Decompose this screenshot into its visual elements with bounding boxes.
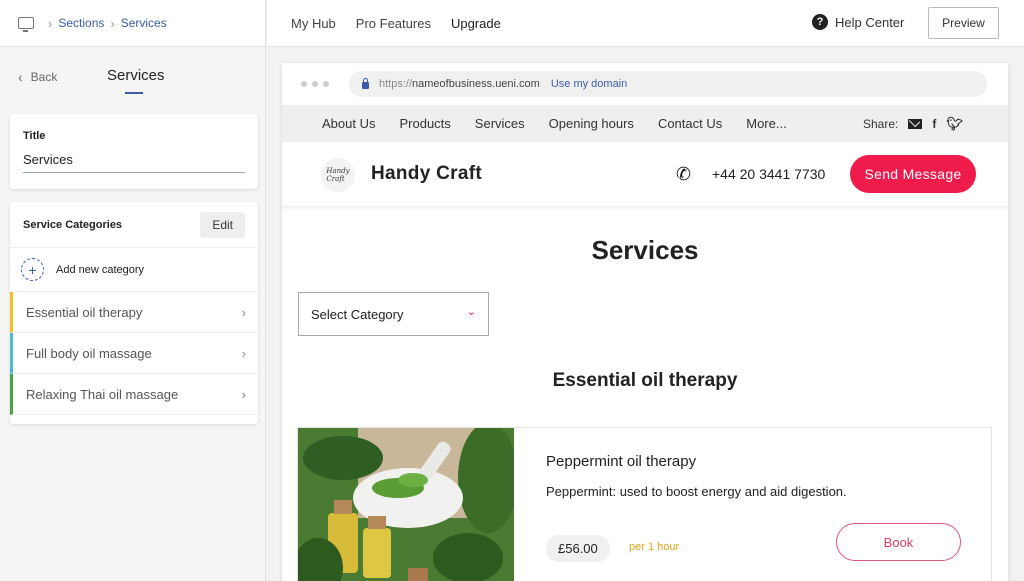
services-heading: Services (591, 235, 699, 265)
service-card: Peppermint oil therapy Peppermint: used … (297, 427, 992, 581)
lock-icon (362, 77, 369, 89)
chevron-right-icon: › (241, 304, 246, 320)
url-bar: https:// nameofbusiness.ueni.com Use my … (349, 71, 987, 97)
brand-name: Handy Craft (371, 163, 482, 184)
add-category-button[interactable]: + Add new category (10, 248, 258, 292)
phone-number[interactable]: +44 20 3441 7730 (712, 166, 825, 182)
title-card: Title Services (10, 114, 258, 189)
site-nav-products[interactable]: Products (399, 116, 450, 131)
service-image (298, 428, 514, 581)
preview-button[interactable]: Preview (928, 7, 999, 39)
title-input[interactable]: Services (23, 152, 245, 173)
site-nav-opening-hours[interactable]: Opening hours (549, 116, 634, 131)
plus-icon: + (21, 258, 44, 281)
help-label: Help Center (835, 14, 905, 30)
categories-header: Service Categories Edit (10, 202, 258, 248)
chevron-right-icon: › (241, 345, 246, 361)
service-info: Peppermint oil therapy Peppermint: used … (546, 453, 847, 499)
twitter-icon[interactable]: 🐦︎ (946, 116, 963, 132)
service-name: Peppermint oil therapy (546, 453, 697, 470)
breadcrumb: › Sections › Services (0, 0, 265, 47)
panel-title: Services (107, 67, 165, 84)
service-categories-card: Service Categories Edit + Add new catego… (10, 202, 258, 424)
back-label: Back (30, 70, 58, 84)
category-select[interactable]: Select Category ⌄ (298, 292, 489, 336)
share-bar: Share: f 🐦︎ (863, 105, 963, 142)
share-label: Share: (863, 116, 899, 131)
use-my-domain-link[interactable]: Use my domain (551, 78, 627, 90)
send-message-button[interactable]: Send Message (850, 155, 976, 193)
mail-icon[interactable] (908, 118, 923, 129)
facebook-icon[interactable]: f (932, 117, 936, 131)
chevron-right-icon: › (241, 386, 246, 402)
chevron-down-icon: ⌄ (466, 306, 476, 318)
chevron-right-icon: › (110, 15, 115, 31)
url-protocol: https:// (379, 78, 413, 90)
panel-header: ‹ Back Services (0, 47, 265, 107)
category-label: Full body oil massage (26, 345, 152, 361)
breadcrumb-sections[interactable]: Sections (58, 16, 104, 30)
title-underline (125, 92, 143, 94)
site-nav-services[interactable]: Services (475, 116, 525, 131)
title-field-label: Title (23, 130, 46, 142)
question-icon: ? (812, 14, 828, 30)
category-item-thai[interactable]: Relaxing Thai oil massage › (10, 374, 258, 415)
site-nav-contact[interactable]: Contact Us (658, 116, 722, 131)
nav-upgrade[interactable]: Upgrade (451, 16, 501, 31)
nav-my-hub[interactable]: My Hub (291, 16, 336, 31)
top-nav: My Hub Pro Features Upgrade ? Help Cente… (267, 0, 1024, 47)
category-item-essential-oil[interactable]: Essential oil therapy › (10, 292, 258, 333)
chevron-right-icon: › (48, 15, 53, 31)
site-preview: https:// nameofbusiness.ueni.com Use my … (282, 63, 1008, 581)
url-host: nameofbusiness.ueni.com (412, 78, 540, 90)
chevron-left-icon: ‹ (18, 69, 23, 85)
browser-chrome: https:// nameofbusiness.ueni.com Use my … (282, 63, 1008, 105)
book-button[interactable]: Book (836, 523, 961, 561)
site-nav: About Us Products Services Opening hours… (282, 105, 1008, 142)
help-center-link[interactable]: ? Help Center (812, 14, 904, 30)
service-description: Peppermint: used to boost energy and aid… (546, 484, 847, 499)
monitor-icon (18, 17, 34, 32)
site-nav-about[interactable]: About Us (322, 116, 375, 131)
nav-pro-features[interactable]: Pro Features (356, 16, 431, 31)
edit-categories-button[interactable]: Edit (200, 211, 245, 238)
category-label: Relaxing Thai oil massage (26, 386, 179, 402)
add-category-label: Add new category (56, 263, 145, 276)
site-nav-more[interactable]: More... (746, 116, 786, 131)
categories-label: Service Categories (23, 218, 123, 231)
category-heading: Essential oil therapy (552, 370, 738, 391)
service-duration: per 1 hour (629, 541, 680, 553)
brand-logo: Handy Craft (321, 158, 355, 192)
category-label: Essential oil therapy (26, 304, 143, 320)
back-button[interactable]: ‹ Back (18, 69, 57, 85)
breadcrumb-services[interactable]: Services (121, 16, 167, 30)
select-label: Select Category (311, 306, 404, 322)
category-item-full-body[interactable]: Full body oil massage › (10, 333, 258, 374)
service-price: £56.00 (546, 535, 610, 562)
window-dots (301, 81, 329, 87)
phone-icon: ✆ (676, 164, 692, 184)
editor-panel: › Sections › Services ‹ Back Services Ti… (0, 0, 266, 581)
site-header: Handy Craft Handy Craft ✆ +44 20 3441 773… (282, 142, 1008, 207)
